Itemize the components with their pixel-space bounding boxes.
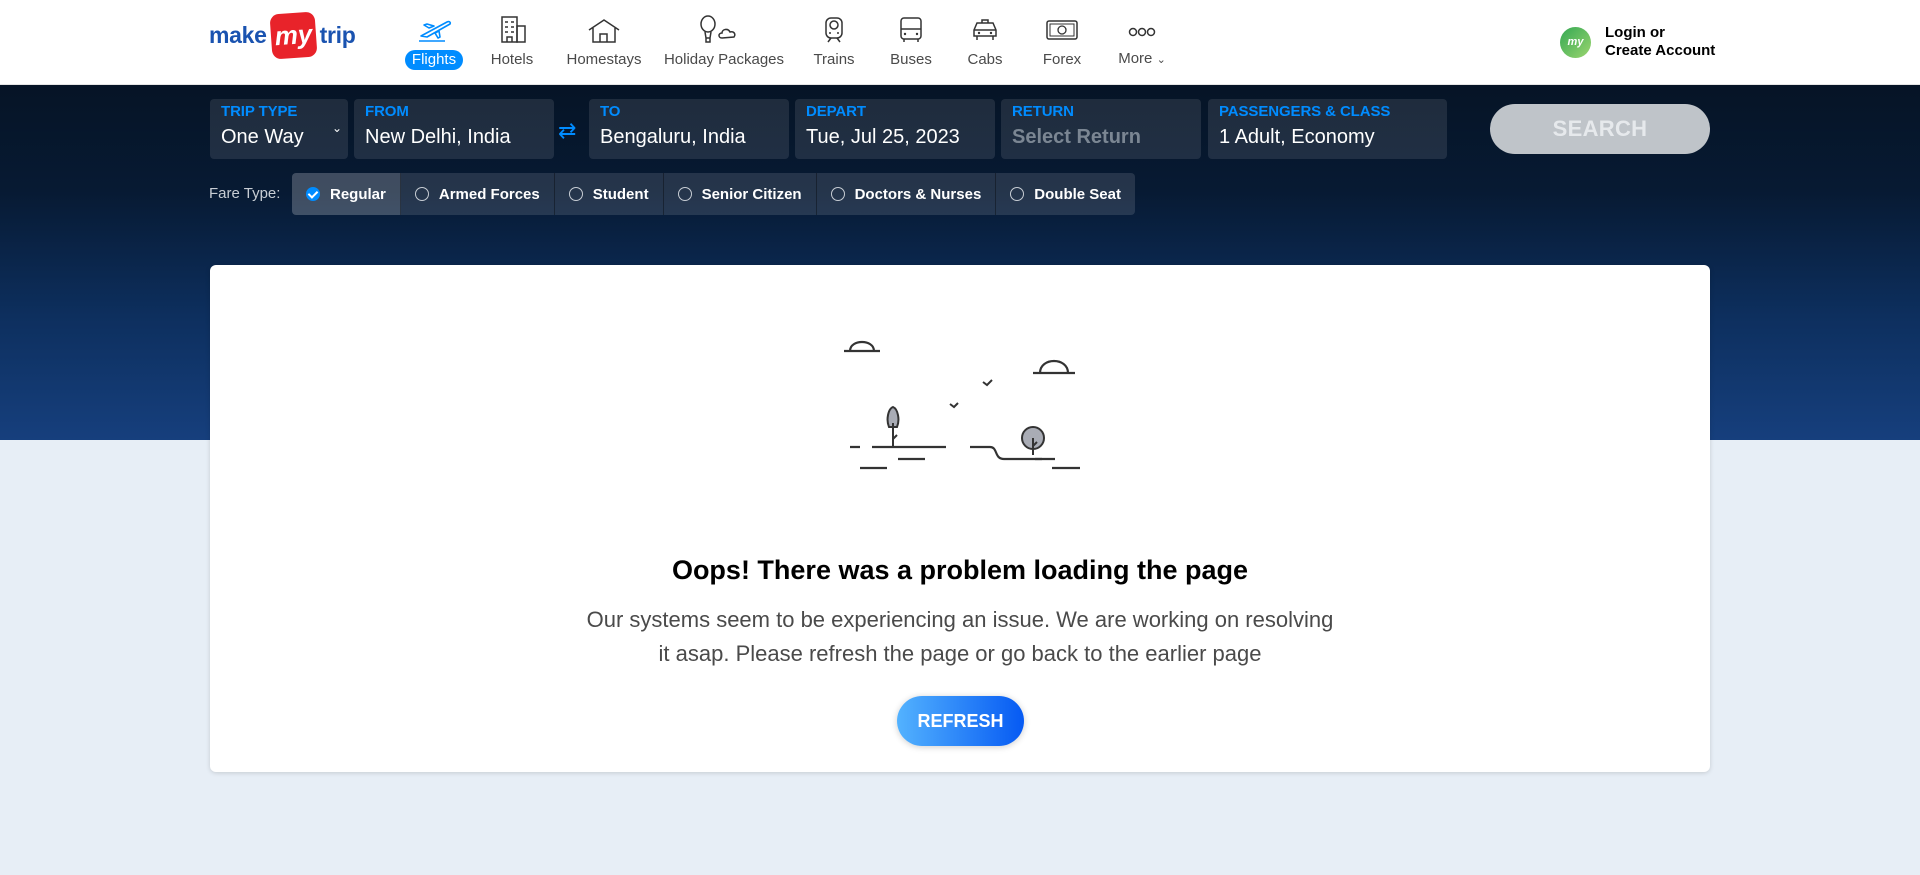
nav-label-buses: Buses [890,51,932,68]
login-account-button[interactable]: my Login or Create Account [1560,24,1715,60]
holiday-packages-icon [700,15,736,43]
nav-flights[interactable]: Flights [398,12,470,70]
fare-option-student[interactable]: Student [555,173,664,215]
to-field[interactable]: TO Bengaluru, India [589,99,789,159]
radio-icon [568,187,583,201]
fare-option-label: Armed Forces [438,185,540,203]
main-nav: Flights Hotels Homestays Holiday Package… [398,12,1182,72]
account-text: Login or Create Account [1605,24,1715,60]
from-value: New Delhi, India [365,126,511,148]
nav-label-hotels: Hotels [490,51,534,68]
refresh-button[interactable]: REFRESH [897,696,1024,746]
forex-icon [1046,20,1078,40]
more-icon [1128,27,1156,37]
depart-label: DEPART [806,103,866,120]
cab-icon [973,19,997,40]
return-date-field[interactable]: RETURN Select Return [1001,99,1201,159]
trip-type-value: One Way [221,126,304,148]
fare-type-options: Regular Armed Forces Student Senior Citi… [292,173,1135,215]
account-line2: Create Account [1605,42,1716,59]
from-field[interactable]: FROM New Delhi, India [354,99,554,159]
passengers-value: 1 Adult, Economy [1219,126,1375,148]
nav-more[interactable]: More ⌄ [1102,12,1182,70]
return-label: RETURN [1012,103,1074,120]
radio-icon [677,187,692,201]
bus-icon [900,17,922,42]
fare-option-senior-citizen[interactable]: Senior Citizen [664,173,817,215]
chevron-down-icon: ⌄ [1156,54,1166,66]
top-header: make my trip Flights Hotels Homestays Ho… [0,0,1920,85]
error-title: Oops! There was a problem loading the pa… [671,555,1249,585]
checked-radio-icon [306,187,320,201]
logo-my-badge: my [269,10,318,60]
depart-date-field[interactable]: DEPART Tue, Jul 25, 2023 [795,99,995,159]
swap-icon[interactable]: ⇄ [558,118,576,144]
nav-hotels[interactable]: Hotels [470,12,554,70]
radio-icon [1010,187,1025,201]
fare-option-double-seat[interactable]: Double Seat [996,173,1135,215]
nav-holiday-packages[interactable]: Holiday Packages [654,12,794,70]
chevron-down-icon: ⌄ [331,121,342,135]
fare-option-armed-forces[interactable]: Armed Forces [401,173,555,215]
hotel-icon [501,16,526,43]
nav-more-text: More [1118,50,1153,67]
trip-type-select[interactable]: TRIP TYPE One Way ⌄ [210,99,348,159]
error-card: Oops! There was a problem loading the pa… [210,265,1710,772]
fare-option-label: Double Seat [1034,185,1121,203]
makemytrip-logo[interactable]: make my trip [209,10,356,60]
fare-option-doctors-nurses[interactable]: Doctors & Nurses [817,173,997,215]
fare-type-label: Fare Type: [209,185,281,202]
nav-label-more: More ⌄ [1111,49,1173,70]
nav-label-trains: Trains [813,51,855,68]
nav-trains[interactable]: Trains [794,12,874,70]
trip-type-label: TRIP TYPE [221,103,298,120]
depart-value: Tue, Jul 25, 2023 [806,126,960,148]
nav-buses[interactable]: Buses [874,12,948,70]
nav-forex[interactable]: Forex [1022,12,1102,70]
homestay-icon [588,19,620,43]
to-value: Bengaluru, India [600,126,746,148]
logo-make-text: make [209,21,267,48]
flight-icon [419,20,452,42]
error-message: Our systems seem to be experiencing an i… [586,607,1334,666]
passengers-label: PASSENGERS & CLASS [1219,103,1391,120]
nav-cabs[interactable]: Cabs [948,12,1022,70]
avatar: my [1560,26,1591,58]
nav-label-flights: Flights [404,50,464,70]
from-label: FROM [365,103,409,120]
return-placeholder: Select Return [1012,126,1141,148]
fare-option-label: Doctors & Nurses [854,185,982,203]
radio-icon [414,187,429,201]
logo-trip-text: trip [319,21,356,48]
fare-option-label: Regular [330,185,386,203]
nav-label-forex: Forex [1042,51,1082,68]
radio-icon [830,187,845,201]
nav-label-holiday-packages: Holiday Packages [663,51,785,68]
account-line1: Login or [1605,24,1665,41]
nav-label-cabs: Cabs [967,51,1003,68]
nav-homestays[interactable]: Homestays [554,12,654,70]
fare-option-regular[interactable]: Regular [292,173,401,215]
to-label: TO [600,103,621,120]
nav-label-homestays: Homestays [566,51,642,68]
search-button[interactable]: SEARCH [1490,104,1710,154]
landscape-illustration [844,340,1080,470]
fare-option-label: Student [592,185,649,203]
fare-option-label: Senior Citizen [701,185,802,203]
train-icon [825,17,843,43]
passengers-class-field[interactable]: PASSENGERS & CLASS 1 Adult, Economy [1208,99,1447,159]
